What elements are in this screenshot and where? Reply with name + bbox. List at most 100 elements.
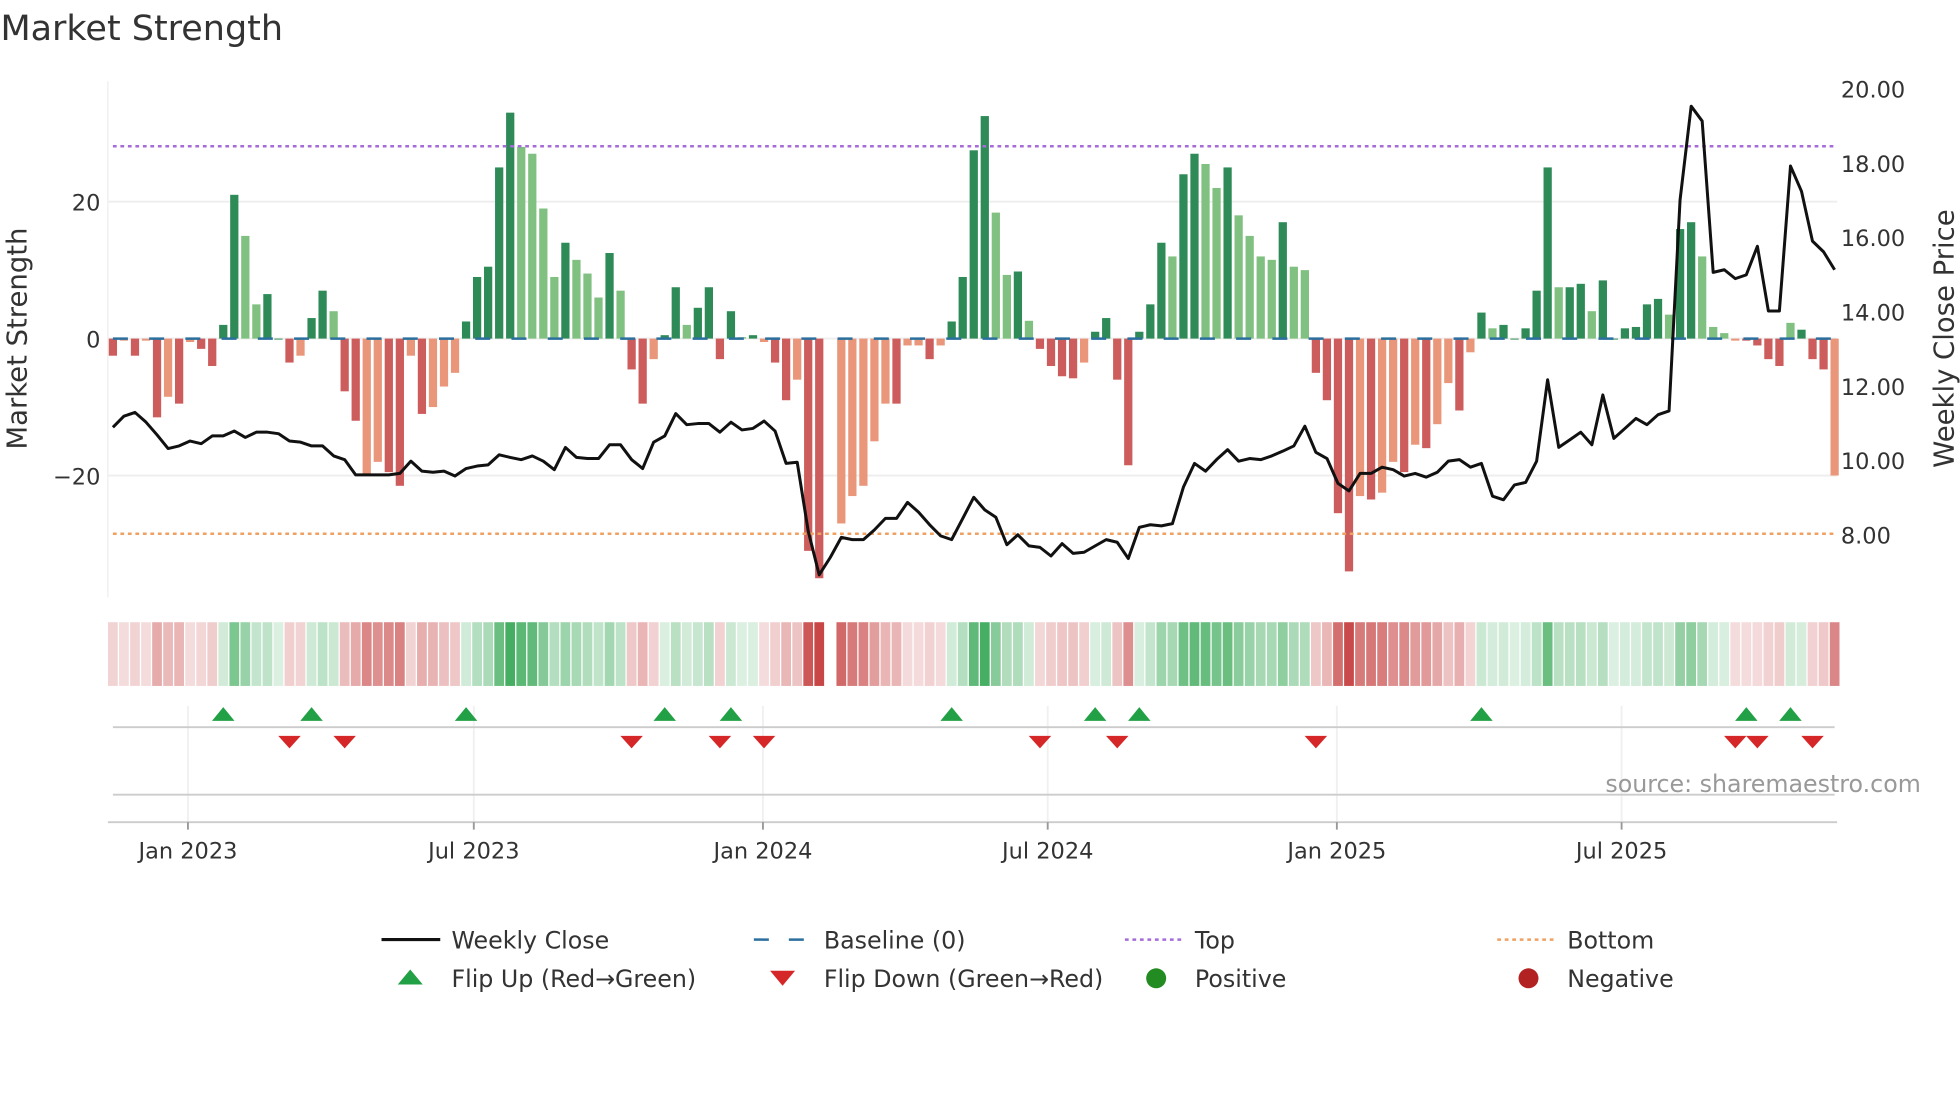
heat-cell: [1233, 622, 1244, 686]
strength-bar: [1013, 271, 1023, 339]
heat-cell: [163, 622, 173, 686]
flip-up-marker: [653, 707, 676, 721]
legend-item-neg: Negative: [1518, 965, 1674, 993]
strength-bar: [1400, 338, 1409, 473]
legend-item-pos: Positive: [1146, 965, 1286, 993]
strength-bar: [1168, 256, 1177, 339]
right-tick-label: 10.00: [1841, 449, 1905, 475]
strength-bar: [351, 338, 360, 421]
heat-cell: [1366, 622, 1376, 686]
left-tick-label: 20: [72, 190, 101, 216]
strength-bar: [881, 338, 890, 404]
flip-down-marker: [708, 735, 732, 749]
heat-cell: [1774, 622, 1785, 686]
heat-cell: [659, 622, 670, 686]
flip-up-marker: [300, 707, 323, 721]
legend-label: Positive: [1195, 965, 1286, 993]
heat-cell: [1575, 622, 1586, 686]
right-tick-label: 20.00: [1841, 77, 1905, 103]
legend-label: Flip Up (Red→Green): [451, 965, 696, 993]
strength-bar: [1289, 266, 1298, 339]
heat-cell: [1443, 622, 1454, 686]
strength-bar: [1499, 324, 1508, 339]
strength-bar: [1709, 326, 1718, 339]
strength-bar: [958, 276, 967, 339]
strength-bar: [1411, 338, 1420, 445]
strength-bar: [395, 338, 404, 486]
heat-cell: [1675, 622, 1685, 686]
heat-cell: [1123, 622, 1134, 686]
strength-bar: [1179, 174, 1188, 339]
strength-bar: [793, 338, 802, 380]
heat-cell: [1642, 622, 1652, 686]
strength-bar: [1543, 167, 1552, 339]
heat-cell: [1299, 622, 1310, 686]
heat-cell: [571, 622, 582, 686]
strength-bar: [682, 324, 691, 339]
heat-cell: [350, 622, 361, 686]
heat-cell: [229, 622, 240, 686]
right-axis-ticks: 20.00 18.00 16.00 14.00 12.00 10.00 8.00: [1841, 77, 1905, 549]
legend-item-top: Top: [1124, 926, 1235, 954]
heat-cell: [1001, 622, 1012, 686]
flip-up-marker: [212, 707, 235, 721]
heat-cell: [946, 622, 957, 686]
strength-bar: [837, 338, 846, 524]
heat-cell: [1200, 622, 1211, 686]
strength-bar: [417, 338, 427, 414]
market-strength-chart: Market Strength 20 0 −20 20.00 18.00 16.00 14…: [0, 9, 1960, 993]
flip-up-marker: [1083, 707, 1107, 721]
heat-cell: [924, 622, 935, 686]
heat-cell: [913, 622, 924, 686]
strength-bar: [472, 276, 482, 339]
heat-cell: [1785, 622, 1796, 686]
heat-cell: [1013, 622, 1023, 686]
strength-bar: [1035, 338, 1045, 349]
heat-cell: [450, 622, 460, 686]
heat-cell: [1631, 622, 1641, 686]
heat-cell: [1664, 622, 1674, 686]
strength-bar: [384, 338, 393, 473]
heat-cell: [295, 622, 306, 686]
heat-cell: [1564, 622, 1575, 686]
flip-down-marker: [1304, 735, 1328, 749]
heat-cell: [792, 622, 803, 686]
strength-bar: [1687, 222, 1696, 339]
strength-bar: [1322, 338, 1332, 401]
heat-cell: [1101, 622, 1112, 686]
x-tick-label: Jul 2024: [1000, 838, 1093, 864]
legend-label: Flip Down (Green→Red): [824, 965, 1103, 993]
strength-bar: [1057, 338, 1067, 377]
strength-bar: [1068, 338, 1078, 379]
flip-down-marker: [752, 735, 776, 749]
left-tick-label: −20: [53, 464, 100, 490]
strength-bar: [1477, 312, 1486, 339]
heat-cell: [1410, 622, 1421, 686]
strength-bar: [1576, 283, 1585, 339]
heat-cell: [759, 622, 769, 686]
heat-cell: [1697, 622, 1708, 686]
heat-cell: [891, 622, 902, 686]
strength-bar: [1565, 287, 1574, 339]
flip-up-marker: [1470, 707, 1493, 721]
strength-bar: [572, 259, 581, 339]
heat-cell: [1620, 622, 1630, 686]
heat-cell: [1487, 622, 1498, 686]
strength-bar: [318, 290, 327, 339]
strength-bar: [1830, 338, 1839, 476]
flip-markers: [112, 705, 1835, 823]
heat-cell: [328, 622, 339, 686]
strength-bar: [870, 338, 879, 442]
heat-cell: [1266, 622, 1277, 686]
x-axis: Jan 2023 Jul 2023 Jan 2024 Jul 2024 Jan 2025…: [107, 821, 1838, 864]
x-tick-label: Jan 2023: [136, 838, 237, 864]
heat-cell: [1818, 622, 1829, 686]
heat-cell: [306, 622, 317, 686]
heat-cell: [637, 622, 648, 686]
strength-bar: [539, 208, 548, 339]
right-axis-label: Weekly Close Price: [1928, 209, 1960, 467]
legend-label: Bottom: [1567, 926, 1654, 954]
heat-cell: [196, 622, 207, 686]
strength-bar: [263, 294, 272, 339]
flip-up-marker: [719, 707, 743, 721]
